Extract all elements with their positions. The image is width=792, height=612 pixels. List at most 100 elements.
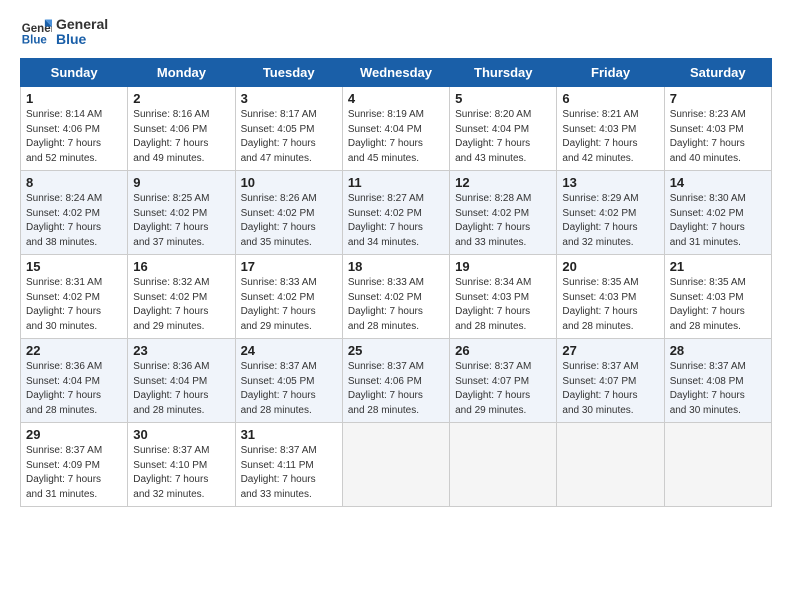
day-info: Sunrise: 8:30 AM Sunset: 4:02 PM Dayligh… bbox=[670, 192, 766, 250]
day-info: Sunrise: 8:36 AM Sunset: 4:04 PM Dayligh… bbox=[26, 360, 122, 418]
day-info: Sunrise: 8:16 AM Sunset: 4:06 PM Dayligh… bbox=[133, 108, 229, 166]
calendar-cell: 13 Sunrise: 8:29 AM Sunset: 4:02 PM Dayli… bbox=[557, 171, 664, 255]
day-number: 2 bbox=[133, 91, 229, 106]
day-info: Sunrise: 8:37 AM Sunset: 4:11 PM Dayligh… bbox=[241, 444, 337, 502]
logo-general: General bbox=[56, 17, 108, 32]
day-info: Sunrise: 8:34 AM Sunset: 4:03 PM Dayligh… bbox=[455, 276, 551, 334]
calendar-cell: 2 Sunrise: 8:16 AM Sunset: 4:06 PM Daylig… bbox=[128, 87, 235, 171]
calendar-week-row: 15Sunrise: 8:31 AM Sunset: 4:02 PM Dayli… bbox=[21, 255, 772, 339]
day-number: 1 bbox=[26, 91, 122, 106]
day-number: 27 bbox=[562, 343, 658, 358]
calendar-cell: 23 Sunrise: 8:36 AM Sunset: 4:04 PM Dayli… bbox=[128, 339, 235, 423]
day-number: 3 bbox=[241, 91, 337, 106]
day-number: 9 bbox=[133, 175, 229, 190]
weekday-header: Saturday bbox=[664, 59, 771, 87]
calendar-week-row: 22 Sunrise: 8:36 AM Sunset: 4:04 PM Dayli… bbox=[21, 339, 772, 423]
day-info: Sunrise: 8:23 AM Sunset: 4:03 PM Dayligh… bbox=[670, 108, 766, 166]
calendar-cell: 24Sunrise: 8:37 AM Sunset: 4:05 PM Dayli… bbox=[235, 339, 342, 423]
calendar-table: SundayMondayTuesdayWednesdayThursdayFrid… bbox=[20, 58, 772, 507]
calendar-cell: 3 Sunrise: 8:17 AM Sunset: 4:05 PM Daylig… bbox=[235, 87, 342, 171]
day-info: Sunrise: 8:37 AM Sunset: 4:09 PM Dayligh… bbox=[26, 444, 122, 502]
day-info: Sunrise: 8:27 AM Sunset: 4:02 PM Dayligh… bbox=[348, 192, 444, 250]
day-info: Sunrise: 8:28 AM Sunset: 4:02 PM Dayligh… bbox=[455, 192, 551, 250]
logo: General Blue General Blue bbox=[20, 16, 108, 48]
calendar-week-row: 8 Sunrise: 8:24 AM Sunset: 4:02 PM Daylig… bbox=[21, 171, 772, 255]
day-info: Sunrise: 8:26 AM Sunset: 4:02 PM Dayligh… bbox=[241, 192, 337, 250]
calendar-cell: 9 Sunrise: 8:25 AM Sunset: 4:02 PM Daylig… bbox=[128, 171, 235, 255]
calendar-cell: 28 Sunrise: 8:37 AM Sunset: 4:08 PM Dayli… bbox=[664, 339, 771, 423]
day-number: 5 bbox=[455, 91, 551, 106]
day-info: Sunrise: 8:20 AM Sunset: 4:04 PM Dayligh… bbox=[455, 108, 551, 166]
day-number: 18 bbox=[348, 259, 444, 274]
weekday-header: Wednesday bbox=[342, 59, 449, 87]
day-info: Sunrise: 8:19 AM Sunset: 4:04 PM Dayligh… bbox=[348, 108, 444, 166]
day-number: 7 bbox=[670, 91, 766, 106]
day-info: Sunrise: 8:17 AM Sunset: 4:05 PM Dayligh… bbox=[241, 108, 337, 166]
day-info: Sunrise: 8:29 AM Sunset: 4:02 PM Dayligh… bbox=[562, 192, 658, 250]
day-number: 13 bbox=[562, 175, 658, 190]
day-info: Sunrise: 8:25 AM Sunset: 4:02 PM Dayligh… bbox=[133, 192, 229, 250]
calendar-cell: 22 Sunrise: 8:36 AM Sunset: 4:04 PM Dayli… bbox=[21, 339, 128, 423]
calendar-cell: 14 Sunrise: 8:30 AM Sunset: 4:02 PM Dayli… bbox=[664, 171, 771, 255]
day-info: Sunrise: 8:37 AM Sunset: 4:08 PM Dayligh… bbox=[670, 360, 766, 418]
calendar-cell: 5 Sunrise: 8:20 AM Sunset: 4:04 PM Daylig… bbox=[450, 87, 557, 171]
day-info: Sunrise: 8:37 AM Sunset: 4:07 PM Dayligh… bbox=[455, 360, 551, 418]
day-number: 10 bbox=[241, 175, 337, 190]
calendar-cell bbox=[557, 423, 664, 507]
calendar-cell bbox=[664, 423, 771, 507]
weekday-header: Sunday bbox=[21, 59, 128, 87]
calendar-cell: 25Sunrise: 8:37 AM Sunset: 4:06 PM Dayli… bbox=[342, 339, 449, 423]
day-number: 14 bbox=[670, 175, 766, 190]
day-info: Sunrise: 8:37 AM Sunset: 4:10 PM Dayligh… bbox=[133, 444, 229, 502]
calendar-cell: 29 Sunrise: 8:37 AM Sunset: 4:09 PM Dayli… bbox=[21, 423, 128, 507]
day-number: 30 bbox=[133, 427, 229, 442]
day-number: 8 bbox=[26, 175, 122, 190]
calendar-cell: 16 Sunrise: 8:32 AM Sunset: 4:02 PM Dayli… bbox=[128, 255, 235, 339]
calendar-week-row: 29 Sunrise: 8:37 AM Sunset: 4:09 PM Dayli… bbox=[21, 423, 772, 507]
day-info: Sunrise: 8:35 AM Sunset: 4:03 PM Dayligh… bbox=[670, 276, 766, 334]
day-info: Sunrise: 8:33 AM Sunset: 4:02 PM Dayligh… bbox=[348, 276, 444, 334]
calendar-cell bbox=[450, 423, 557, 507]
calendar-cell: 4Sunrise: 8:19 AM Sunset: 4:04 PM Daylig… bbox=[342, 87, 449, 171]
day-number: 21 bbox=[670, 259, 766, 274]
day-number: 29 bbox=[26, 427, 122, 442]
weekday-header-row: SundayMondayTuesdayWednesdayThursdayFrid… bbox=[21, 59, 772, 87]
day-number: 31 bbox=[241, 427, 337, 442]
day-number: 28 bbox=[670, 343, 766, 358]
day-number: 22 bbox=[26, 343, 122, 358]
day-number: 26 bbox=[455, 343, 551, 358]
calendar-cell: 21 Sunrise: 8:35 AM Sunset: 4:03 PM Dayli… bbox=[664, 255, 771, 339]
calendar-cell: 20Sunrise: 8:35 AM Sunset: 4:03 PM Dayli… bbox=[557, 255, 664, 339]
calendar-cell: 7 Sunrise: 8:23 AM Sunset: 4:03 PM Daylig… bbox=[664, 87, 771, 171]
day-number: 16 bbox=[133, 259, 229, 274]
day-number: 23 bbox=[133, 343, 229, 358]
svg-text:Blue: Blue bbox=[22, 35, 48, 47]
logo-blue: Blue bbox=[56, 32, 108, 47]
day-info: Sunrise: 8:37 AM Sunset: 4:06 PM Dayligh… bbox=[348, 360, 444, 418]
day-number: 6 bbox=[562, 91, 658, 106]
weekday-header: Friday bbox=[557, 59, 664, 87]
calendar-cell bbox=[342, 423, 449, 507]
day-info: Sunrise: 8:37 AM Sunset: 4:07 PM Dayligh… bbox=[562, 360, 658, 418]
calendar-cell: 17Sunrise: 8:33 AM Sunset: 4:02 PM Dayli… bbox=[235, 255, 342, 339]
page: General Blue General Blue SundayMondayTu… bbox=[0, 0, 792, 612]
day-info: Sunrise: 8:31 AM Sunset: 4:02 PM Dayligh… bbox=[26, 276, 122, 334]
header: General Blue General Blue bbox=[20, 16, 772, 48]
day-info: Sunrise: 8:24 AM Sunset: 4:02 PM Dayligh… bbox=[26, 192, 122, 250]
weekday-header: Monday bbox=[128, 59, 235, 87]
calendar-cell: 18 Sunrise: 8:33 AM Sunset: 4:02 PM Dayli… bbox=[342, 255, 449, 339]
calendar-cell: 19 Sunrise: 8:34 AM Sunset: 4:03 PM Dayli… bbox=[450, 255, 557, 339]
day-number: 12 bbox=[455, 175, 551, 190]
calendar-cell: 30 Sunrise: 8:37 AM Sunset: 4:10 PM Dayli… bbox=[128, 423, 235, 507]
calendar-cell: 15Sunrise: 8:31 AM Sunset: 4:02 PM Dayli… bbox=[21, 255, 128, 339]
calendar-week-row: 1Sunrise: 8:14 AM Sunset: 4:06 PM Daylig… bbox=[21, 87, 772, 171]
day-number: 24 bbox=[241, 343, 337, 358]
calendar-cell: 11 Sunrise: 8:27 AM Sunset: 4:02 PM Dayli… bbox=[342, 171, 449, 255]
day-number: 17 bbox=[241, 259, 337, 274]
day-info: Sunrise: 8:32 AM Sunset: 4:02 PM Dayligh… bbox=[133, 276, 229, 334]
day-info: Sunrise: 8:36 AM Sunset: 4:04 PM Dayligh… bbox=[133, 360, 229, 418]
calendar-cell: 26 Sunrise: 8:37 AM Sunset: 4:07 PM Dayli… bbox=[450, 339, 557, 423]
day-number: 19 bbox=[455, 259, 551, 274]
calendar-cell: 31 Sunrise: 8:37 AM Sunset: 4:11 PM Dayli… bbox=[235, 423, 342, 507]
day-number: 11 bbox=[348, 175, 444, 190]
